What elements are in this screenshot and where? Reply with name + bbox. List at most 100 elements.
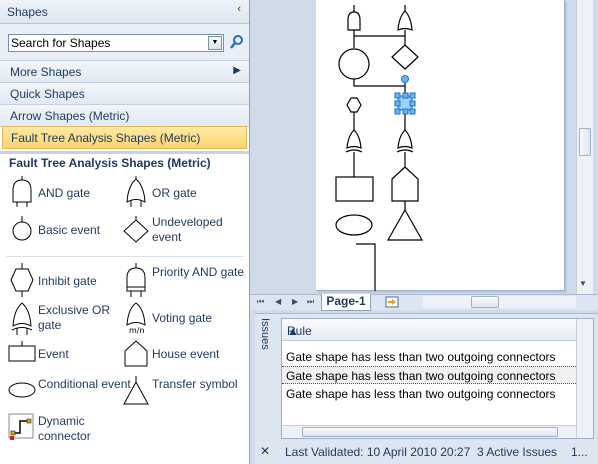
event-shape xyxy=(335,176,374,202)
master-label: Transfer symbol xyxy=(152,377,238,391)
category-fault-tree[interactable]: Fault Tree Analysis Shapes (Metric) xyxy=(2,126,247,149)
issues-window: Issues ✕ Rule ▲ Gate shape has less than… xyxy=(255,313,598,464)
category-label: Quick Shapes xyxy=(10,87,85,101)
shapes-pane: Shapes ‹ ▼ More Shapes ▶ Quick Shapes Ar… xyxy=(0,0,250,464)
conditional-event-shape xyxy=(335,214,373,236)
visio-window: Shapes ‹ ▼ More Shapes ▶ Quick Shapes Ar… xyxy=(0,0,598,464)
scroll-thumb[interactable] xyxy=(579,128,591,156)
separator xyxy=(6,256,244,257)
master-dynamic-connector[interactable]: Dynamic connector xyxy=(8,413,123,449)
page-tab[interactable]: Page-1 xyxy=(321,294,371,311)
column-header-rule[interactable]: Rule ▲ xyxy=(282,319,576,341)
issue-row[interactable]: Gate shape has less than two outgoing co… xyxy=(282,385,576,403)
previous-page-button[interactable]: ◀ xyxy=(275,297,281,306)
circle-icon xyxy=(12,216,32,241)
issues-side-strip: Issues ✕ xyxy=(255,314,281,464)
master-exclusive-or-gate[interactable]: Exclusive OR gate xyxy=(8,301,123,337)
category-label: Arrow Shapes (Metric) xyxy=(10,109,130,123)
shapes-pane-title: Shapes xyxy=(7,5,48,19)
search-icon[interactable] xyxy=(229,34,245,50)
drawing-page[interactable] xyxy=(316,0,565,291)
issues-title: Issues xyxy=(259,318,271,350)
master-label: AND gate xyxy=(38,186,91,200)
triangle-icon xyxy=(123,376,149,405)
category-label: More Shapes xyxy=(10,65,82,79)
master-label: House event xyxy=(152,347,220,361)
issue-text: Gate shape has less than two outgoing co… xyxy=(286,350,556,364)
inhibit-gate-shape xyxy=(346,97,362,113)
or-gate-shape xyxy=(397,10,413,31)
master-basic-event[interactable]: Basic event xyxy=(8,214,123,250)
master-conditional-event[interactable]: Conditional event xyxy=(8,376,131,412)
drawing-area[interactable]: ▼ xyxy=(255,0,598,295)
hexagon-icon xyxy=(10,263,34,297)
issues-status-bar: Last Validated: 10 April 2010 20:27 3 Ac… xyxy=(281,442,598,464)
scroll-down-arrow[interactable]: ▼ xyxy=(579,279,587,288)
master-label: Event xyxy=(38,347,69,361)
issue-row[interactable]: Gate shape has less than two outgoing co… xyxy=(282,348,576,366)
master-undeveloped-event[interactable]: Undeveloped event xyxy=(122,214,242,250)
priority-and-gate-icon xyxy=(126,263,146,297)
master-label: Voting gate xyxy=(152,311,213,325)
category-quick-shapes[interactable]: Quick Shapes xyxy=(0,83,249,105)
ellipse-icon xyxy=(8,382,36,398)
first-page-button[interactable]: ⏮ xyxy=(257,297,264,307)
basic-event-shape xyxy=(338,48,370,80)
category-arrow-shapes[interactable]: Arrow Shapes (Metric) xyxy=(0,105,249,127)
master-label: Priority AND gate xyxy=(152,265,245,279)
search-dropdown-button[interactable]: ▼ xyxy=(208,36,222,50)
horizontal-scrollbar[interactable] xyxy=(423,296,576,308)
master-inhibit-gate[interactable]: Inhibit gate xyxy=(8,263,123,299)
issues-horizontal-scrollbar[interactable] xyxy=(282,425,576,438)
close-icon[interactable]: ✕ xyxy=(260,444,270,458)
master-label: Conditional event xyxy=(38,377,131,391)
search-input[interactable] xyxy=(11,36,201,50)
master-label: Inhibit gate xyxy=(38,274,97,288)
issue-text: Gate shape has less than two outgoing co… xyxy=(286,369,556,383)
or-gate-shape xyxy=(397,129,413,149)
chevron-right-icon: ▶ xyxy=(233,65,241,76)
insert-page-icon[interactable] xyxy=(385,296,399,308)
issues-vertical-scrollbar[interactable] xyxy=(576,319,593,438)
house-event-shape xyxy=(391,166,419,202)
and-gate-icon xyxy=(12,176,32,207)
fault-tree-diagram[interactable] xyxy=(316,0,565,291)
scroll-thumb[interactable] xyxy=(302,427,558,437)
or-gate-icon xyxy=(126,176,146,207)
master-label: Exclusive OR gate xyxy=(38,303,111,332)
issue-text: Gate shape has less than two outgoing co… xyxy=(286,387,556,401)
scroll-thumb[interactable] xyxy=(471,296,499,308)
shapes-pane-header: Shapes ‹ xyxy=(0,0,249,24)
voting-gate-icon: m/n xyxy=(126,302,146,335)
house-icon xyxy=(124,340,148,367)
exclusive-or-gate-icon xyxy=(11,302,33,335)
search-box: ▼ xyxy=(8,34,224,52)
vertical-scrollbar[interactable]: ▼ xyxy=(576,0,593,295)
master-label: Basic event xyxy=(38,223,101,237)
master-label: Dynamic connector xyxy=(38,414,91,443)
undeveloped-event-shape xyxy=(391,44,419,70)
master-event[interactable]: Event xyxy=(8,339,123,375)
active-issues-count: 3 Active Issues xyxy=(477,445,558,459)
transfer-symbol-shape xyxy=(386,208,424,241)
issue-row-selected[interactable]: Gate shape has less than two outgoing co… xyxy=(282,366,576,384)
master-and-gate[interactable]: AND gate xyxy=(8,176,123,212)
selected-shape xyxy=(394,75,416,115)
master-or-gate[interactable]: OR gate xyxy=(122,176,242,212)
stencil-header: Fault Tree Analysis Shapes (Metric) xyxy=(0,151,249,171)
status-overflow-text: 1... xyxy=(571,445,588,459)
next-page-button[interactable]: ▶ xyxy=(292,297,298,306)
master-transfer-symbol[interactable]: Transfer symbol xyxy=(122,376,242,412)
collapse-pane-button[interactable]: ‹ xyxy=(237,3,241,15)
last-validated-text: Last Validated: 10 April 2010 20:27 xyxy=(285,445,471,459)
issues-list: Rule ▲ Gate shape has less than two outg… xyxy=(281,318,594,439)
diamond-icon xyxy=(123,216,149,243)
master-priority-and-gate[interactable]: Priority AND gate xyxy=(122,263,244,299)
last-page-button[interactable]: ⏭ xyxy=(307,297,314,307)
master-voting-gate[interactable]: m/n Voting gate xyxy=(122,301,242,337)
master-house-event[interactable]: House event xyxy=(122,339,242,375)
rectangle-icon xyxy=(8,341,36,362)
svg-text:m/n: m/n xyxy=(129,326,145,335)
category-more-shapes[interactable]: More Shapes ▶ xyxy=(0,61,249,83)
search-row: ▼ xyxy=(0,24,249,61)
